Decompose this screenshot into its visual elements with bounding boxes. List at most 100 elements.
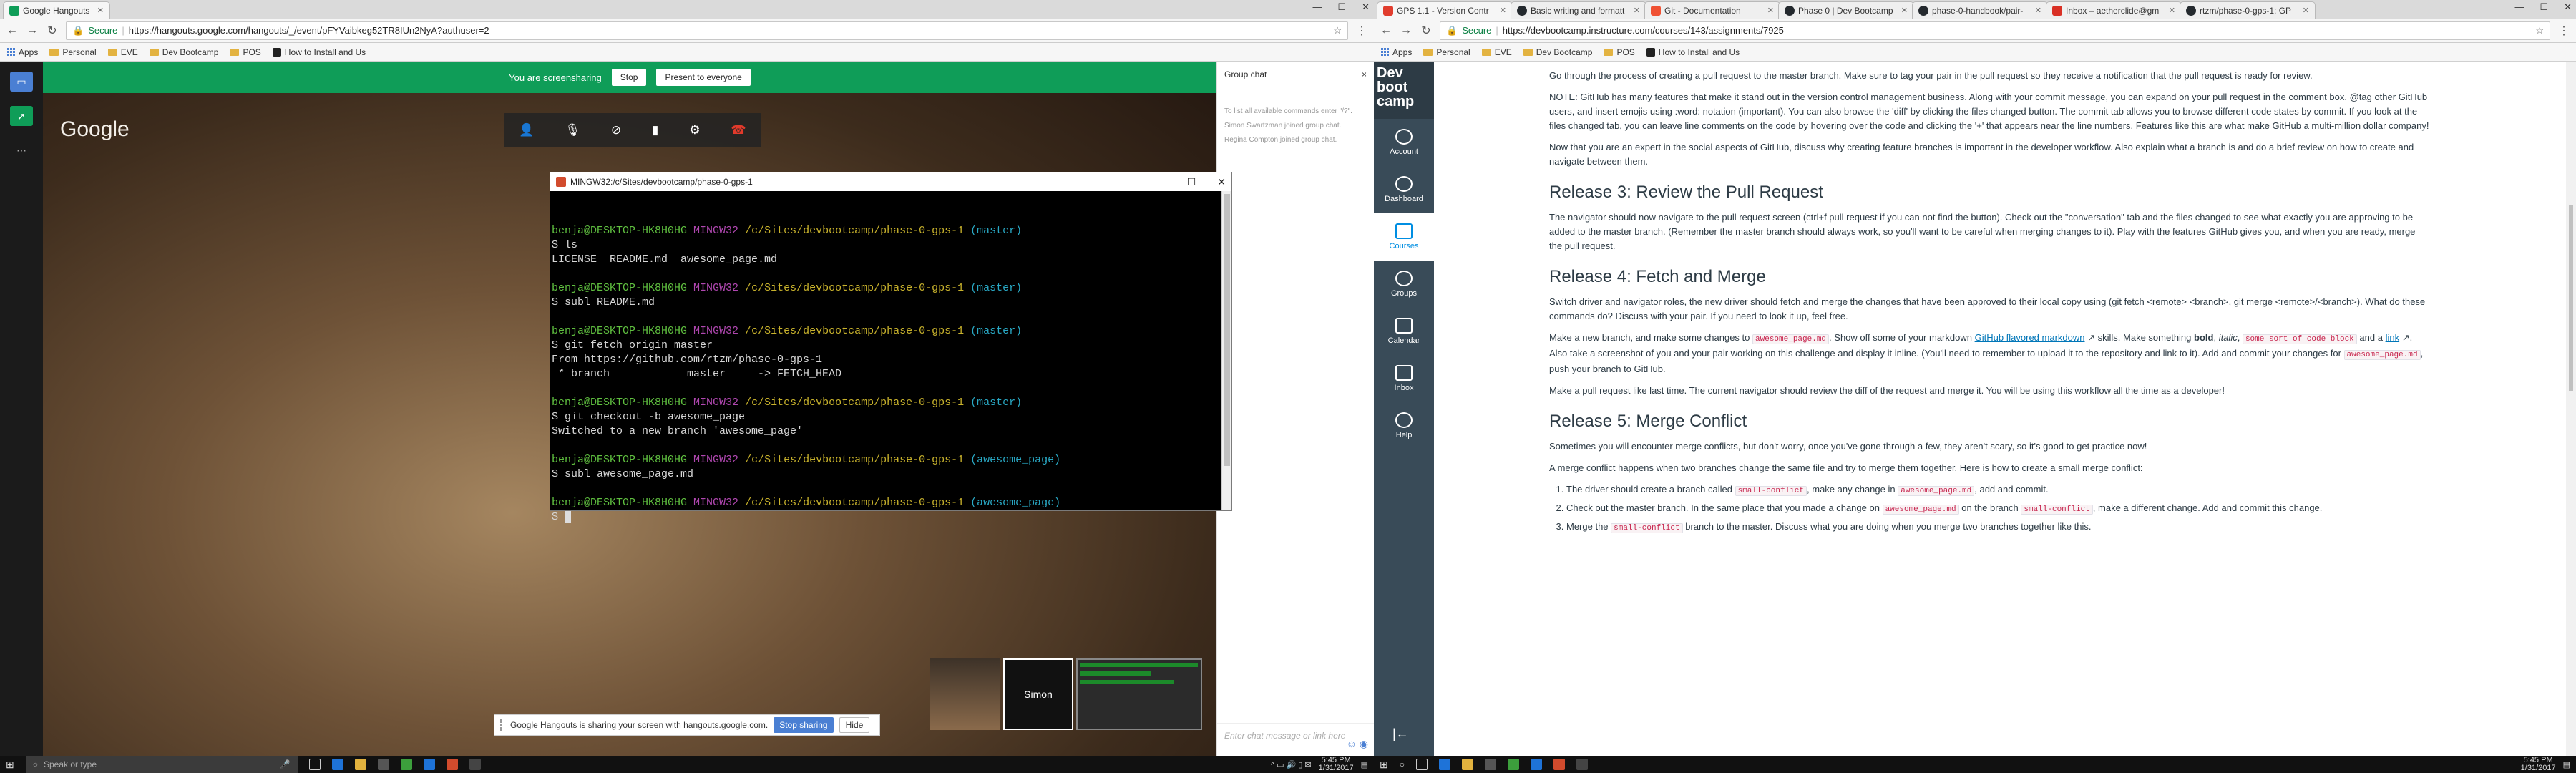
- clock[interactable]: 5:45 PM 1/31/2017: [1319, 757, 1354, 772]
- maximize-button[interactable]: ☐: [1337, 1, 1346, 13]
- start-icon[interactable]: ⊞: [6, 759, 14, 771]
- bookmark-pos[interactable]: POS: [230, 47, 261, 57]
- terminal-maximize-button[interactable]: ☐: [1187, 176, 1196, 188]
- terminal-output[interactable]: benja@DESKTOP-HK8H0HG MINGW32 /c/Sites/d…: [550, 191, 1221, 523]
- chrome-icon[interactable]: [1507, 759, 1519, 770]
- nav-account[interactable]: Account: [1374, 119, 1434, 166]
- more-icon[interactable]: ⋯: [10, 140, 33, 160]
- url-field[interactable]: 🔒 Secure | https://hangouts.google.com/h…: [66, 21, 1348, 40]
- minimize-button[interactable]: —: [2514, 1, 2524, 13]
- nav-help[interactable]: Help: [1374, 402, 1434, 449]
- bookmark-dev-bootcamp[interactable]: Dev Bootcamp: [1523, 47, 1592, 57]
- nav-groups[interactable]: Groups: [1374, 261, 1434, 308]
- bookmark-how-to-install[interactable]: How to Install and Us: [1646, 47, 1740, 57]
- task-view-icon[interactable]: [308, 759, 321, 770]
- edge-icon[interactable]: [1438, 759, 1450, 770]
- cortana-search[interactable]: ○ Speak or type 🎤: [25, 756, 298, 773]
- tab-close-icon[interactable]: ✕: [93, 6, 104, 15]
- terminal-minimize-button[interactable]: —: [1156, 176, 1166, 188]
- tab-close-icon[interactable]: ✕: [1496, 6, 1506, 15]
- chrome-icon[interactable]: [400, 759, 412, 770]
- git-bash-icon[interactable]: [446, 759, 458, 770]
- settings-gear-icon[interactable]: ⚙: [689, 123, 700, 137]
- dev-bootcamp-logo[interactable]: Dev boot camp: [1374, 62, 1434, 119]
- chat-icon[interactable]: ▭: [10, 72, 33, 92]
- nav-dashboard[interactable]: Dashboard: [1374, 166, 1434, 213]
- app-icon[interactable]: [423, 759, 435, 770]
- bookmark-personal[interactable]: Personal: [49, 47, 97, 57]
- sublime-icon[interactable]: [1576, 759, 1588, 770]
- close-button[interactable]: ✕: [1362, 1, 1370, 13]
- stop-button[interactable]: Stop: [611, 69, 647, 86]
- action-center-icon[interactable]: ▤: [1361, 760, 1368, 769]
- link[interactable]: link: [2386, 332, 2400, 343]
- mic-muted-icon[interactable]: 🎙: [565, 123, 580, 137]
- git-bash-icon[interactable]: [1553, 759, 1565, 770]
- terminal-window[interactable]: MINGW32:/c/Sites/devbootcamp/phase-0-gps…: [550, 172, 1232, 523]
- bookmark-eve[interactable]: EVE: [1481, 47, 1512, 57]
- bookmark-apps[interactable]: Apps: [1381, 47, 1412, 57]
- sublime-icon[interactable]: [469, 759, 481, 770]
- tab-phase0[interactable]: Phase 0 | Dev Bootcamp ✕: [1778, 1, 1914, 19]
- close-button[interactable]: ✕: [2564, 1, 2572, 13]
- camera-off-icon[interactable]: ⊘: [611, 123, 621, 137]
- collapse-nav-icon[interactable]: |←: [1392, 726, 1409, 742]
- stop-sharing-button[interactable]: Stop sharing: [774, 717, 834, 733]
- reload-icon[interactable]: ↻: [1420, 24, 1433, 38]
- hang-up-icon[interactable]: ☎: [731, 123, 746, 137]
- terminal-close-button[interactable]: ✕: [1217, 176, 1226, 188]
- search-icon[interactable]: ○: [1400, 759, 1405, 769]
- tab-close-icon[interactable]: ✕: [2031, 6, 2041, 15]
- start-icon[interactable]: ⊞: [1380, 759, 1388, 771]
- terminal-titlebar[interactable]: MINGW32:/c/Sites/devbootcamp/phase-0-gps…: [550, 172, 1231, 191]
- tab-close-icon[interactable]: ✕: [2298, 6, 2309, 15]
- bookmark-how-to-install[interactable]: How to Install and Us: [272, 47, 366, 57]
- reload-icon[interactable]: ↻: [46, 24, 59, 38]
- screenshare-thumb[interactable]: [1076, 658, 1202, 730]
- clock[interactable]: 5:45 PM 1/31/2017: [2521, 757, 2556, 772]
- tab-handbook[interactable]: phase-0-handbook/pair- ✕: [1912, 1, 2048, 19]
- tab-git-docs[interactable]: Git - Documentation ✕: [1644, 1, 1780, 19]
- bookmark-personal[interactable]: Personal: [1423, 47, 1470, 57]
- edge-icon[interactable]: [331, 759, 343, 770]
- forward-icon[interactable]: →: [26, 24, 39, 37]
- screenshare-icon[interactable]: ➚: [10, 106, 33, 126]
- tab-gps[interactable]: GPS 1.1 - Version Contr ✕: [1377, 1, 1513, 19]
- bookmark-dev-bootcamp[interactable]: Dev Bootcamp: [149, 47, 218, 57]
- action-center-icon[interactable]: ▤: [2563, 760, 2570, 769]
- tab-close-icon[interactable]: ✕: [2165, 6, 2175, 15]
- emoji-icon[interactable]: ☺ ◉: [1347, 738, 1368, 750]
- bookmark-apps[interactable]: Apps: [7, 47, 38, 57]
- participant-thumb-self[interactable]: Simon: [1003, 658, 1073, 730]
- tab-hangouts[interactable]: Google Hangouts ✕: [3, 1, 110, 19]
- tab-github-formatting[interactable]: Basic writing and formatt ✕: [1511, 1, 1646, 19]
- store-icon[interactable]: [1484, 759, 1496, 770]
- url-field[interactable]: 🔒 Secure | https://devbootcamp.instructu…: [1440, 21, 2550, 40]
- menu-icon[interactable]: ⋮: [1355, 24, 1368, 38]
- app-icon[interactable]: [1530, 759, 1542, 770]
- add-person-icon[interactable]: 👤: [519, 123, 534, 137]
- forward-icon[interactable]: →: [1400, 24, 1413, 37]
- bandwidth-icon[interactable]: ▮: [652, 123, 658, 137]
- star-icon[interactable]: ☆: [1333, 25, 1342, 37]
- page-scrollbar[interactable]: [2566, 62, 2576, 756]
- drag-handle-icon[interactable]: [500, 719, 504, 731]
- star-icon[interactable]: ☆: [2535, 25, 2544, 37]
- tab-close-icon[interactable]: ✕: [1629, 6, 1640, 15]
- store-icon[interactable]: [377, 759, 389, 770]
- nav-calendar[interactable]: Calendar: [1374, 308, 1434, 355]
- tab-rtzm[interactable]: rtzm/phase-0-gps-1: GP ✕: [2180, 1, 2316, 19]
- hide-button[interactable]: Hide: [839, 717, 870, 733]
- participant-thumb[interactable]: [930, 658, 1000, 730]
- back-icon[interactable]: ←: [6, 24, 19, 37]
- maximize-button[interactable]: ☐: [2540, 1, 2548, 13]
- minimize-button[interactable]: —: [1312, 1, 1322, 13]
- terminal-scrollbar[interactable]: [1221, 191, 1231, 510]
- tab-close-icon[interactable]: ✕: [1763, 6, 1774, 15]
- file-explorer-icon[interactable]: [1461, 759, 1473, 770]
- chat-close-icon[interactable]: ×: [1362, 69, 1367, 79]
- bookmark-pos[interactable]: POS: [1604, 47, 1635, 57]
- task-view-icon[interactable]: [1415, 759, 1428, 770]
- tab-inbox[interactable]: Inbox – aetherclide@gm ✕: [2046, 1, 2182, 19]
- tray-icons[interactable]: ^ ▭ 🔊 ▯ ✉: [1271, 760, 1312, 769]
